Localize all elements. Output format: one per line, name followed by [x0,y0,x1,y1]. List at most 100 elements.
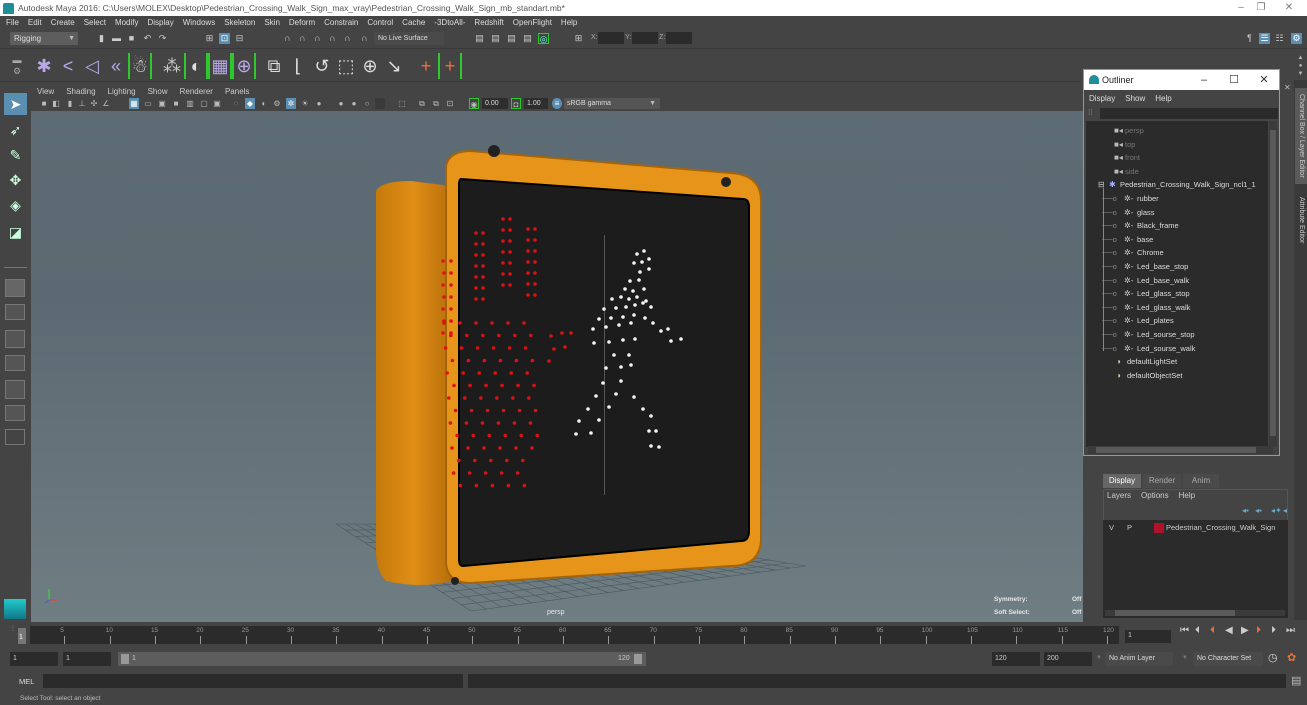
menu-3dtoall[interactable]: -3DtoAll- [434,18,465,27]
grid-toggle-icon[interactable]: ✣ [89,98,99,109]
snap-view-icon[interactable]: ∩ [327,33,338,44]
color-management-icon[interactable]: ≡ [552,98,562,109]
menu-edit[interactable]: Edit [28,18,42,27]
insert-joint-icon[interactable]: « [104,53,128,79]
four-pane-layout-icon[interactable] [5,304,25,320]
menu-openflight[interactable]: OpenFlight [513,18,552,27]
redo-icon[interactable]: ↷ [157,33,168,44]
smooth-shade-icon[interactable]: ◆ [245,98,255,109]
outliner-persp-layout-icon[interactable] [5,380,25,399]
gate-mask-icon[interactable]: ■ [171,98,181,109]
x-field[interactable] [598,32,624,44]
step-forward-frame-icon[interactable]: ⏵ [1271,625,1276,636]
wireframe-icon[interactable]: ◌ [231,98,241,109]
render-frame-icon[interactable]: ▤ [490,33,501,44]
paint-select-icon[interactable]: ✎ [4,144,27,166]
input-mode-icon[interactable]: ⊞ [573,33,584,44]
outliner-item-side[interactable]: ■◂ side [1114,165,1139,178]
outliner-item-front[interactable]: ■◂ front [1114,151,1140,164]
animation-start-field[interactable]: 1 [63,652,111,666]
wireframe-on-shaded-icon[interactable]: ⚙ [272,98,282,109]
new-layer-selected-icon[interactable]: ◂ [1283,506,1287,515]
y-field[interactable] [632,32,658,44]
snap-surface-icon[interactable]: ∩ [342,33,353,44]
restore-button[interactable]: ❐ [1246,0,1276,16]
end-time-field[interactable]: 200 [1044,652,1092,666]
gamma-icon[interactable]: ◘ [511,98,521,109]
drag-handle-icon[interactable]: ⋮ [10,625,16,645]
character-set-dropdown[interactable]: No Character Set [1193,652,1263,666]
two-pane-side-layout-icon[interactable] [5,330,25,348]
menu-help[interactable]: Help [561,18,577,27]
animation-preferences-icon[interactable]: ✿ [1287,651,1296,664]
menu-skeleton[interactable]: Skeleton [224,18,255,27]
render-view-icon[interactable]: ▤ [474,33,485,44]
joint-tool-icon[interactable]: ✱ [32,53,56,79]
shadows-icon[interactable]: ● [314,98,324,109]
field-chart-icon[interactable]: ▥ [185,98,195,109]
menu-display[interactable]: Display [148,18,174,27]
outliner-item-persp[interactable]: ■◂ persp [1114,124,1144,137]
command-language-label[interactable]: MEL [19,677,34,686]
lattice-icon[interactable]: ▦ [208,53,232,79]
go-to-end-icon[interactable]: ⏭ [1286,625,1295,636]
outliner-item-rubber[interactable]: ──o ✲- rubber [1102,192,1159,205]
menu-help[interactable]: Help [1179,491,1195,500]
outliner-item-led_base_stop[interactable]: ──o ✲- Led_base_stop [1102,260,1188,273]
outliner-maximize-button[interactable]: ☐ [1222,70,1246,90]
snap-curve-icon[interactable]: ∩ [297,33,308,44]
menu-create[interactable]: Create [51,18,75,27]
select-component-icon[interactable]: ⊟ [234,33,245,44]
lasso-tool-icon[interactable]: ➶ [4,119,27,141]
menu-skin[interactable]: Skin [264,18,280,27]
isolate-select-icon[interactable]: ⬚ [397,98,407,109]
viewport-menu-shading[interactable]: Shading [66,87,95,96]
anim-layer-dropdown[interactable]: No Anim Layer [1105,652,1173,666]
cluster-icon[interactable]: ⊕ [232,53,256,79]
open-scene-icon[interactable]: ▬ [111,33,122,44]
menu-layers[interactable]: Layers [1107,491,1131,500]
outliner-item-glass[interactable]: ──o ✲- glass [1102,206,1155,219]
layer-row[interactable]: V P Pedestrian_Crossing_Walk_Sign [1103,522,1288,534]
step-forward-key-icon[interactable]: ⏵ [1256,625,1261,636]
outliner-minimize-button[interactable]: – [1192,70,1216,90]
go-to-start-icon[interactable]: ⏮ [1180,625,1189,636]
textured-icon[interactable]: ✲ [286,98,296,109]
layer-hscroll-thumb[interactable] [1115,610,1235,616]
menu-deform[interactable]: Deform [289,18,315,27]
parent-constraint-icon[interactable]: ⧉ [262,53,286,79]
ik-handle-icon[interactable]: < [56,53,80,79]
auto-key-icon[interactable]: ◷ [1268,651,1278,664]
outliner-item-black_frame[interactable]: ──o ✲- Black_frame [1102,219,1179,232]
scale-constraint-icon[interactable]: ⬚ [334,53,358,79]
pole-vector-icon[interactable]: ↘ [382,53,406,79]
select-hierarchy-icon[interactable]: ⊞ [204,33,215,44]
viewport-menu-lighting[interactable]: Lighting [108,87,136,96]
outliner-scroll-thumb[interactable] [1270,130,1276,436]
move-layer-down-icon[interactable]: ◂▪ [1255,506,1262,515]
image-plane-icon[interactable]: ⊥ [77,98,87,109]
locator-icon[interactable]: + [414,53,438,79]
smooth-bind-icon[interactable]: ◐ [184,53,208,79]
step-back-key-icon[interactable]: ⏴ [1210,625,1215,636]
select-tool-icon[interactable]: ➤ [4,93,27,115]
screen-space-ao-icon[interactable]: ● [336,98,346,109]
humanik-icon[interactable]: ☃ [128,53,152,79]
xray-icon[interactable]: ⧉ [417,98,427,109]
animation-end-field[interactable]: 120 [992,652,1040,666]
select-object-icon[interactable]: ⊡ [219,33,230,44]
ik-spline-icon[interactable]: ◁ [80,53,104,79]
depth-of-field-icon[interactable] [375,98,385,109]
grease-pencil-icon[interactable]: ∠ [101,98,111,109]
outliner-menu-show[interactable]: Show [1125,94,1145,103]
outliner-close-button[interactable]: ✕ [1252,70,1276,90]
outliner-item-led_glass_walk[interactable]: ──o ✲- Led_glass_walk [1102,301,1190,314]
resolution-gate-icon[interactable]: ▣ [157,98,167,109]
bookmark-icon[interactable]: ▮ [65,98,75,109]
snap-grid-icon[interactable]: ∩ [282,33,293,44]
menu-constrain[interactable]: Constrain [324,18,358,27]
camera-attributes-icon[interactable]: ◧ [51,98,61,109]
menu-cache[interactable]: Cache [402,18,425,27]
outliner-item-root[interactable]: ⊟ ✱ Pedestrian_Crossing_Walk_Sign_ncl1_1 [1098,178,1256,191]
xray-joints-icon[interactable]: ⧉ [431,98,441,109]
